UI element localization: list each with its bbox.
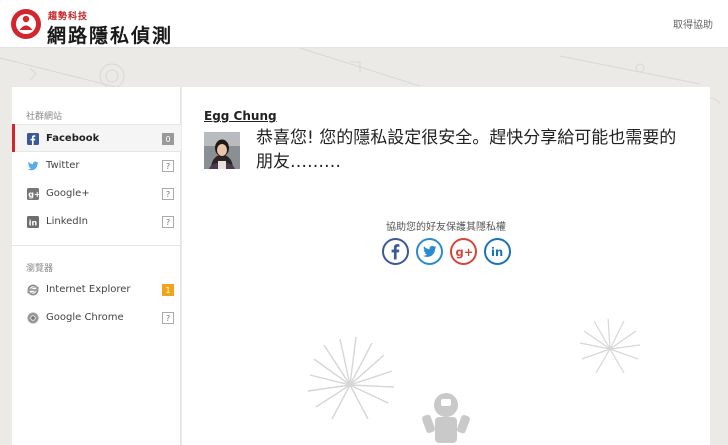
status-badge: ?: [162, 160, 174, 172]
status-badge: ?: [162, 312, 174, 324]
sidebar-item-google-chrome[interactable]: Google Chrome ?: [12, 304, 181, 332]
section-label-browser: 瀏覽器: [26, 264, 54, 274]
svg-text:g+: g+: [28, 190, 39, 199]
sidebar-item-label: Google+: [46, 188, 90, 199]
astronaut-figure: [422, 393, 470, 443]
svg-text:in: in: [491, 245, 503, 259]
sidebar-item-label: Twitter: [46, 160, 80, 171]
sidebar-item-internet-explorer[interactable]: Internet Explorer 1: [12, 276, 181, 304]
linkedin-share-icon: in: [491, 245, 503, 259]
user-name-link[interactable]: Egg Chung: [204, 109, 277, 123]
get-help-link[interactable]: 取得協助: [673, 16, 713, 31]
share-google-plus-button[interactable]: g+: [450, 238, 477, 265]
sidebar: 社群網站 Facebook 0 Twitter ? g+ Google+ ? i…: [12, 87, 181, 445]
firework-left: [307, 336, 395, 420]
twitter-icon: [27, 160, 39, 172]
internet-explorer-icon: [27, 284, 39, 296]
sidebar-item-twitter[interactable]: Twitter ?: [12, 152, 181, 180]
celebration-fireworks-illustration: [307, 319, 641, 443]
app-title: 網路隱私偵測: [47, 25, 174, 47]
google-plus-share-icon: g+: [456, 245, 474, 259]
google-plus-icon: g+: [27, 188, 39, 200]
sidebar-item-google-plus[interactable]: g+ Google+ ?: [12, 180, 181, 208]
section-label-social: 社群網站: [26, 112, 63, 122]
app-header: 趨勢科技 網路隱私偵測 取得協助: [0, 0, 728, 48]
facebook-share-icon: [391, 244, 400, 260]
status-badge: ?: [162, 216, 174, 228]
sidebar-divider: [12, 245, 181, 246]
svg-text:in: in: [29, 219, 38, 228]
status-badge: 0: [162, 133, 174, 145]
google-chrome-icon: [27, 312, 39, 324]
sidebar-item-label: Google Chrome: [46, 312, 124, 323]
browser-list: Internet Explorer 1 Google Chrome ?: [12, 276, 181, 332]
social-network-list: Facebook 0 Twitter ? g+ Google+ ? in Lin…: [12, 124, 181, 236]
sidebar-item-label: LinkedIn: [46, 216, 88, 227]
main-panel: Egg Chung 恭喜您! 您的隱私設定很安全。趕快分享給可能也需要的朋友………: [182, 87, 710, 445]
twitter-share-icon: [423, 245, 437, 257]
privacy-result-message: 恭喜您! 您的隱私設定很安全。趕快分享給可能也需要的朋友………: [256, 128, 677, 172]
share-linkedin-button[interactable]: in: [484, 238, 511, 265]
linkedin-icon: in: [27, 216, 39, 228]
share-facebook-button[interactable]: [382, 238, 409, 265]
share-buttons: g+ in: [382, 238, 512, 266]
svg-text:g+: g+: [456, 245, 474, 259]
sidebar-item-linkedin[interactable]: in LinkedIn ?: [12, 208, 181, 236]
status-badge: ?: [162, 188, 174, 200]
share-twitter-button[interactable]: [416, 238, 443, 265]
sidebar-item-label: Internet Explorer: [46, 284, 131, 295]
share-label: 協助您的好友保護其隱私權: [386, 222, 506, 233]
firework-right: [579, 319, 641, 374]
trend-micro-logo-icon: [10, 8, 42, 40]
status-badge: 1: [162, 284, 174, 296]
facebook-icon: [27, 133, 39, 145]
avatar: [204, 132, 240, 169]
sidebar-item-label: Facebook: [46, 133, 100, 144]
sidebar-item-facebook[interactable]: Facebook 0: [12, 124, 181, 152]
